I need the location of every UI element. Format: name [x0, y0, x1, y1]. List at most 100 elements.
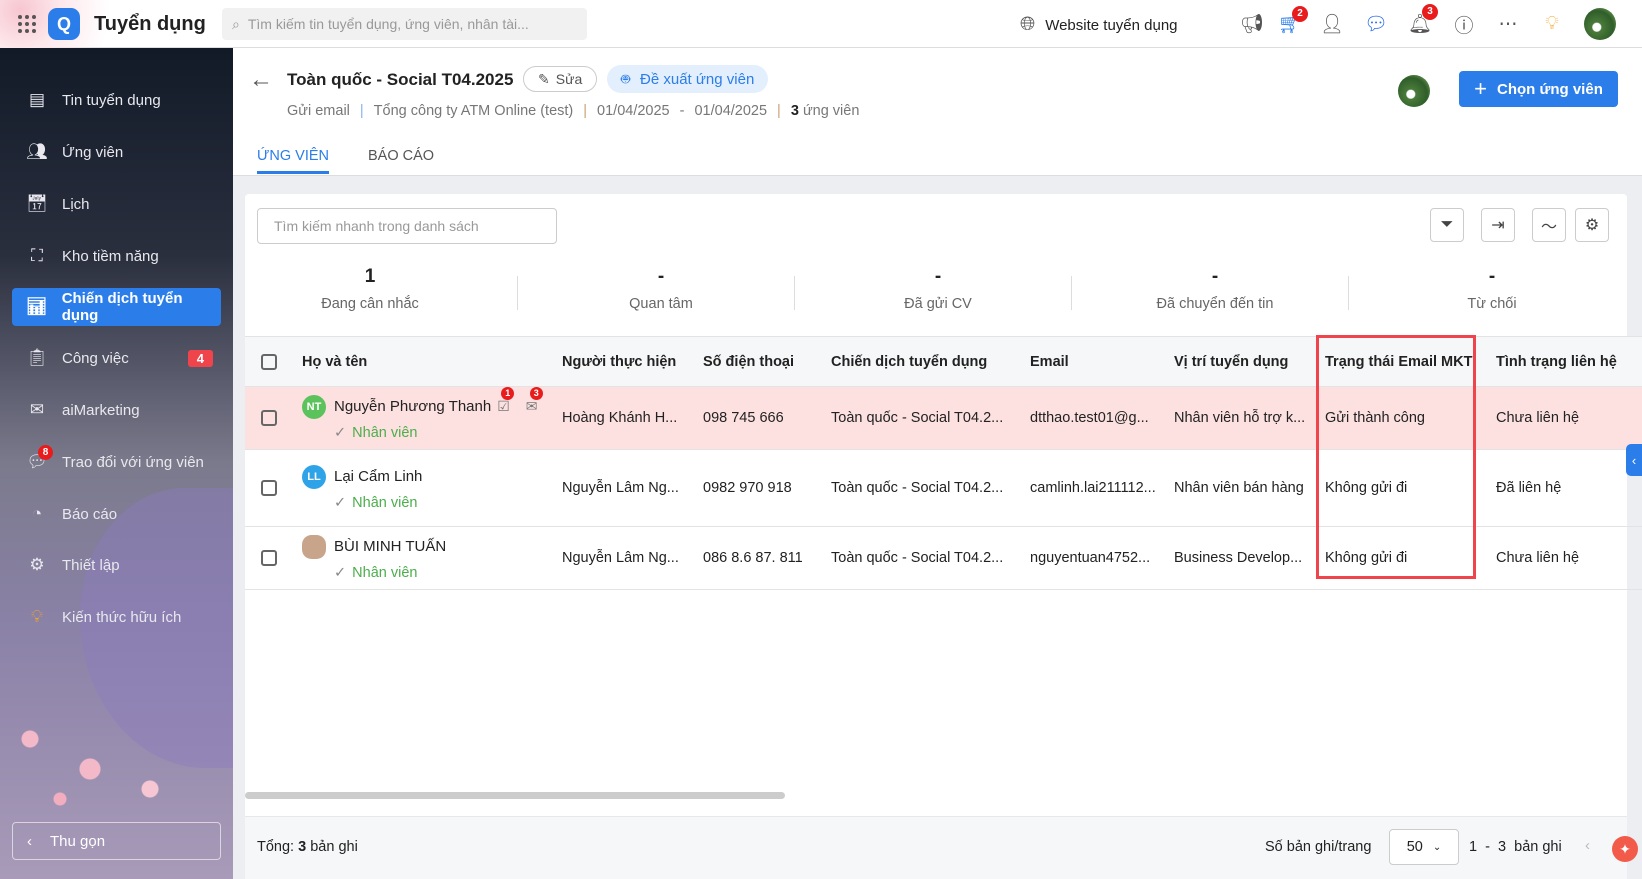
row-checkbox[interactable] [245, 449, 292, 527]
lightbulb-icon[interactable]: 💡︎ [1540, 12, 1564, 36]
sidebar-item-bao-cao[interactable]: ◔ Báo cáo [12, 495, 221, 533]
user-avatar[interactable] [1584, 8, 1616, 40]
website-link[interactable]: 🌐︎ Website tuyển dụng [1020, 14, 1178, 36]
tab-ung-vien[interactable]: ỨNG VIÊN [257, 148, 330, 174]
col-header[interactable]: Email [1020, 336, 1164, 387]
expand-panel-button[interactable]: ‹ [1626, 444, 1642, 476]
per-page-label: Số bản ghi/trang [1265, 839, 1372, 855]
candidate-name[interactable]: Nguyễn Phương Thanh [334, 398, 491, 415]
select-all-checkbox[interactable] [245, 336, 292, 387]
export-icon[interactable]: ⇥ [1481, 208, 1515, 242]
sidebar-item-ung-vien[interactable]: 👥︎ Ứng viên [12, 133, 221, 171]
search-icon: ⌕ [232, 15, 240, 32]
avatar: NT [302, 395, 326, 419]
divider: | [777, 103, 781, 119]
bell-icon[interactable]: 🔔︎ 3 [1408, 4, 1438, 36]
candidate-name[interactable]: BÙI MINH TUẤN [334, 538, 446, 555]
messenger-icon[interactable]: 💬︎ [1364, 12, 1388, 36]
filter-icon[interactable]: ⏷ [1430, 208, 1464, 242]
col-header[interactable]: Trạng thái Email MKT [1315, 336, 1486, 387]
candidate-name[interactable]: Lại Cẩm Linh [334, 468, 422, 485]
divider: | [359, 103, 364, 119]
app-name: Tuyển dụng [94, 13, 206, 35]
suggest-candidates-button[interactable]: 🤖︎ Đề xuất ứng viên [607, 65, 769, 93]
assistant-button[interactable]: ✦ [1612, 836, 1638, 862]
pencil-icon: ✎ [538, 70, 550, 87]
mail-icon: ✉ [29, 400, 45, 419]
stat-da-chuyen-den-tin[interactable]: - Đã chuyển đến tin [1090, 266, 1340, 312]
settings-icon[interactable]: ⚙ [1575, 208, 1609, 242]
check-icon: ✓ [334, 495, 347, 511]
sidebar: ▤ Tin tuyển dụng 👥︎ Ứng viên 📅︎ Lịch ⛶ Kho t… [0, 48, 233, 879]
list-search-input[interactable]: Tìm kiếm nhanh trong danh sách [257, 208, 557, 244]
add-user-icon[interactable]: 👤︎ [1320, 12, 1344, 36]
sidebar-item-kho-tiem-nang[interactable]: ⛶ Kho tiềm năng [12, 237, 221, 275]
col-header[interactable]: Số điện thoại [693, 336, 821, 387]
row-checkbox[interactable] [245, 386, 292, 450]
sidebar-item-lich[interactable]: 📅︎ Lịch [12, 185, 221, 223]
more-icon[interactable]: ⋯ [1496, 12, 1520, 36]
news-icon: ▤ [28, 90, 46, 109]
email-status: Gửi thành công [1315, 386, 1486, 450]
col-header[interactable]: Tình trạng liên hệ [1486, 336, 1642, 387]
sidebar-item-tin-tuyen-dung[interactable]: ▤ Tin tuyển dụng [12, 81, 221, 119]
notification-badge: 3 [1422, 4, 1438, 20]
sidebar-item-trao-doi[interactable]: 💬︎ 8 Trao đổi với ứng viên [12, 443, 221, 481]
tab-bao-cao[interactable]: BÁO CÁO [368, 148, 434, 164]
sparkle-icon: ✦ [1619, 840, 1631, 857]
divider [1348, 276, 1349, 310]
collapse-sidebar-button[interactable]: ‹ Thu gọn [12, 822, 221, 860]
horizontal-scrollbar[interactable] [245, 792, 785, 799]
stat-tu-choi[interactable]: - Từ chối [1367, 266, 1617, 312]
top-bar: Q Tuyển dụng ⌕ Tìm kiếm tin tuyển dụng, ứ… [0, 0, 1642, 48]
email-status: Không gửi đi [1315, 449, 1486, 527]
divider [1071, 276, 1072, 310]
col-header[interactable]: Người thực hiện [552, 336, 693, 387]
table-row[interactable]: LL Lại Cẩm Linh ✓ Nhân viên Nguyễn Lâm Ng..… [245, 449, 1642, 527]
mail-icon[interactable]: ✉ 3 [526, 386, 543, 415]
cart-icon[interactable]: 🛒︎ 2 [1278, 6, 1308, 36]
stat-quan-tam[interactable]: - Quan tâm [536, 266, 786, 312]
help-icon[interactable]: ⓘ [1452, 12, 1476, 37]
table-row[interactable]: NT Nguyễn Phương Thanh ☑ 1 ✉ 3 ✓ Nhân viên Hoàn… [245, 386, 1642, 450]
sidebar-item-aimarketing[interactable]: ✉ aiMarketing [12, 391, 221, 429]
chat-badge: 8 [38, 445, 53, 460]
divider [517, 276, 518, 310]
sidebar-item-cong-viec[interactable]: 📋︎ Công việc 4 [12, 339, 221, 377]
megaphone-icon[interactable]: 📢︎ [1240, 12, 1264, 36]
per-page-select[interactable]: 50 ⌄ [1389, 829, 1459, 865]
activity-icon[interactable]: 〜 [1532, 208, 1566, 242]
apps-grid-icon[interactable] [18, 15, 36, 33]
stat-dang-can-nhac[interactable]: 1 Đang cân nhắc [245, 266, 495, 312]
sidebar-item-chien-dich[interactable]: 📊︎ Chiến dịch tuyển dụng [12, 288, 221, 326]
edit-button[interactable]: ✎ Sửa [523, 66, 598, 92]
contact-status: Đã liên hệ [1486, 449, 1642, 527]
sidebar-item-thiet-lap[interactable]: ⚙ Thiết lập [12, 546, 221, 584]
row-checkbox[interactable] [245, 526, 292, 590]
sidebar-item-kien-thuc[interactable]: 💡︎ Kiến thức hữu ích [12, 598, 221, 636]
col-header[interactable]: Vị trí tuyển dụng [1164, 336, 1315, 387]
lightbulb-icon: 💡︎ [31, 607, 43, 626]
cart-badge: 2 [1292, 6, 1308, 22]
globe-icon: 🌐︎ [1020, 14, 1036, 35]
global-search-input[interactable]: ⌕ Tìm kiếm tin tuyển dụng, ứng viên, nhân… [222, 8, 587, 40]
task-icon[interactable]: ☑ 1 [497, 386, 515, 415]
campaign-meta: Gửi email | Tổng công ty ATM Online (test… [287, 103, 860, 119]
table-row[interactable]: BÙI MINH TUẤN ✓ Nhân viên Nguyễn Lâm Ng...… [245, 526, 1642, 590]
stat-da-gui-cv[interactable]: - Đã gửi CV [813, 266, 1063, 312]
campaign-header: ← Toàn quốc - Social T04.2025 ✎ Sửa 🤖︎ Đề … [233, 48, 1642, 176]
divider [794, 276, 795, 310]
divider: | [583, 103, 588, 119]
back-arrow-icon[interactable]: ← [249, 66, 273, 94]
col-header[interactable]: Chiến dịch tuyển dụng [821, 336, 1020, 387]
avatar [302, 535, 326, 559]
table-footer: Tổng: 3 bản ghi Số bản ghi/trang 50 ⌄ 1 -… [245, 816, 1627, 879]
owner-avatar[interactable] [1398, 75, 1430, 107]
chevron-down-icon: ⌄ [1432, 841, 1442, 853]
prev-page-icon[interactable]: ‹ [1585, 837, 1590, 854]
blossom-decoration [0, 679, 233, 819]
candidate-table: Họ và tên Người thực hiện Số điện thoại … [245, 336, 1642, 590]
choose-candidate-button[interactable]: + Chọn ứng viên [1459, 71, 1618, 107]
col-header[interactable]: Họ và tên [292, 336, 552, 387]
gear-icon: ⚙ [29, 555, 45, 574]
